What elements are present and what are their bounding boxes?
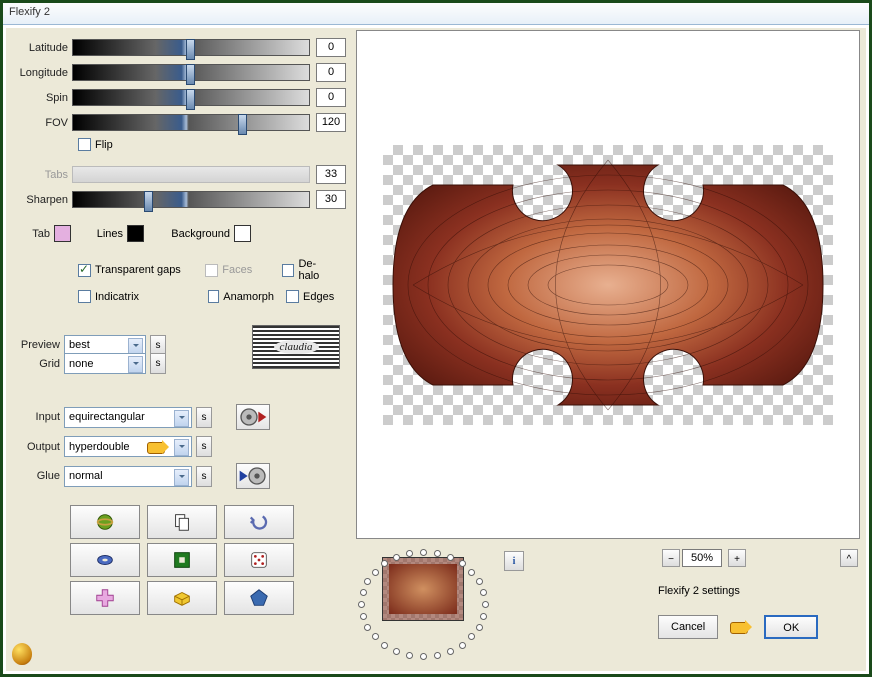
plus-shape-button[interactable] <box>70 581 140 615</box>
lines-color-label: Lines <box>89 228 127 240</box>
play-from-disc-button[interactable] <box>236 404 270 430</box>
tabs-value[interactable]: 33 <box>316 165 346 184</box>
collapse-button[interactable]: ^ <box>840 549 858 567</box>
zoom-out-button[interactable]: − <box>662 549 680 567</box>
grid-reset-button[interactable]: s <box>150 353 166 374</box>
play-to-disc-button[interactable] <box>236 463 270 489</box>
cancel-button[interactable]: Cancel <box>658 615 718 639</box>
tab-color-label: Tab <box>14 228 54 240</box>
grid-label: Grid <box>14 358 64 370</box>
thumbnail-ring[interactable] <box>354 545 494 665</box>
lines-color-swatch[interactable] <box>127 225 144 242</box>
latitude-label: Latitude <box>14 42 72 54</box>
glue-reset-button[interactable]: s <box>196 466 212 487</box>
faces-checkbox: Faces <box>205 258 269 282</box>
info-button[interactable]: i <box>504 551 524 571</box>
input-dropdown[interactable]: equirectangular <box>64 407 192 428</box>
copy-button[interactable] <box>147 505 217 539</box>
globe-button[interactable] <box>70 505 140 539</box>
preview-background <box>383 145 833 425</box>
ok-button[interactable]: OK <box>764 615 818 639</box>
background-color-swatch[interactable] <box>234 225 251 242</box>
sharpen-slider[interactable] <box>72 191 310 208</box>
longitude-label: Longitude <box>14 67 72 79</box>
undo-button[interactable] <box>224 505 294 539</box>
flip-label: Flip <box>95 139 113 151</box>
window-title: Flexify 2 <box>9 6 50 18</box>
preview-label: Preview <box>14 339 64 351</box>
tab-color-swatch[interactable] <box>54 225 71 242</box>
zoom-value[interactable]: 50% <box>682 549 722 567</box>
edges-checkbox[interactable]: Edges <box>286 290 334 303</box>
output-reset-button[interactable]: s <box>196 436 212 457</box>
fov-slider[interactable] <box>72 114 310 131</box>
brick-button[interactable] <box>147 581 217 615</box>
pointer-icon <box>147 440 173 454</box>
tabs-slider <box>72 166 310 183</box>
glue-label: Glue <box>14 470 64 482</box>
controls-panel: Latitude 0 Longitude 0 Spin 0 FOV 120 Fl… <box>6 28 354 671</box>
easter-egg-icon[interactable] <box>12 643 32 665</box>
anamorph-checkbox[interactable]: Anamorph <box>208 290 274 303</box>
preview-shape <box>383 145 833 425</box>
thumbnail-preview <box>382 557 464 621</box>
fov-value[interactable]: 120 <box>316 113 346 132</box>
latitude-slider[interactable] <box>72 39 310 56</box>
longitude-value[interactable]: 0 <box>316 63 346 82</box>
settings-text: Flexify 2 settings <box>658 585 740 597</box>
latitude-value[interactable]: 0 <box>316 38 346 57</box>
frame-button[interactable] <box>147 543 217 577</box>
spin-label: Spin <box>14 92 72 104</box>
grid-dropdown[interactable]: none <box>64 353 146 374</box>
output-dropdown[interactable]: hyperdouble <box>64 436 192 457</box>
brand-logo: claudia <box>252 325 340 369</box>
input-label: Input <box>14 411 64 423</box>
pointer-icon <box>730 620 756 634</box>
indicatrix-checkbox[interactable]: Indicatrix <box>78 290 196 303</box>
spin-value[interactable]: 0 <box>316 88 346 107</box>
zoom-in-button[interactable]: + <box>728 549 746 567</box>
glue-dropdown[interactable]: normal <box>64 466 192 487</box>
spin-slider[interactable] <box>72 89 310 106</box>
input-reset-button[interactable]: s <box>196 407 212 428</box>
sharpen-label: Sharpen <box>14 194 72 206</box>
output-label: Output <box>14 441 64 453</box>
torus-button[interactable] <box>70 543 140 577</box>
fov-label: FOV <box>14 117 72 129</box>
tabs-label: Tabs <box>14 169 72 181</box>
transparent-gaps-checkbox[interactable]: Transparent gaps <box>78 258 193 282</box>
dehalo-checkbox[interactable]: De-halo <box>282 258 336 282</box>
background-color-label: Background <box>162 228 234 240</box>
dice-button[interactable] <box>224 543 294 577</box>
longitude-slider[interactable] <box>72 64 310 81</box>
flip-checkbox[interactable]: Flip <box>78 138 113 151</box>
sharpen-value[interactable]: 30 <box>316 190 346 209</box>
window-titlebar[interactable]: Flexify 2 <box>3 3 869 25</box>
pentagon-button[interactable] <box>224 581 294 615</box>
preview-canvas[interactable] <box>356 30 860 539</box>
